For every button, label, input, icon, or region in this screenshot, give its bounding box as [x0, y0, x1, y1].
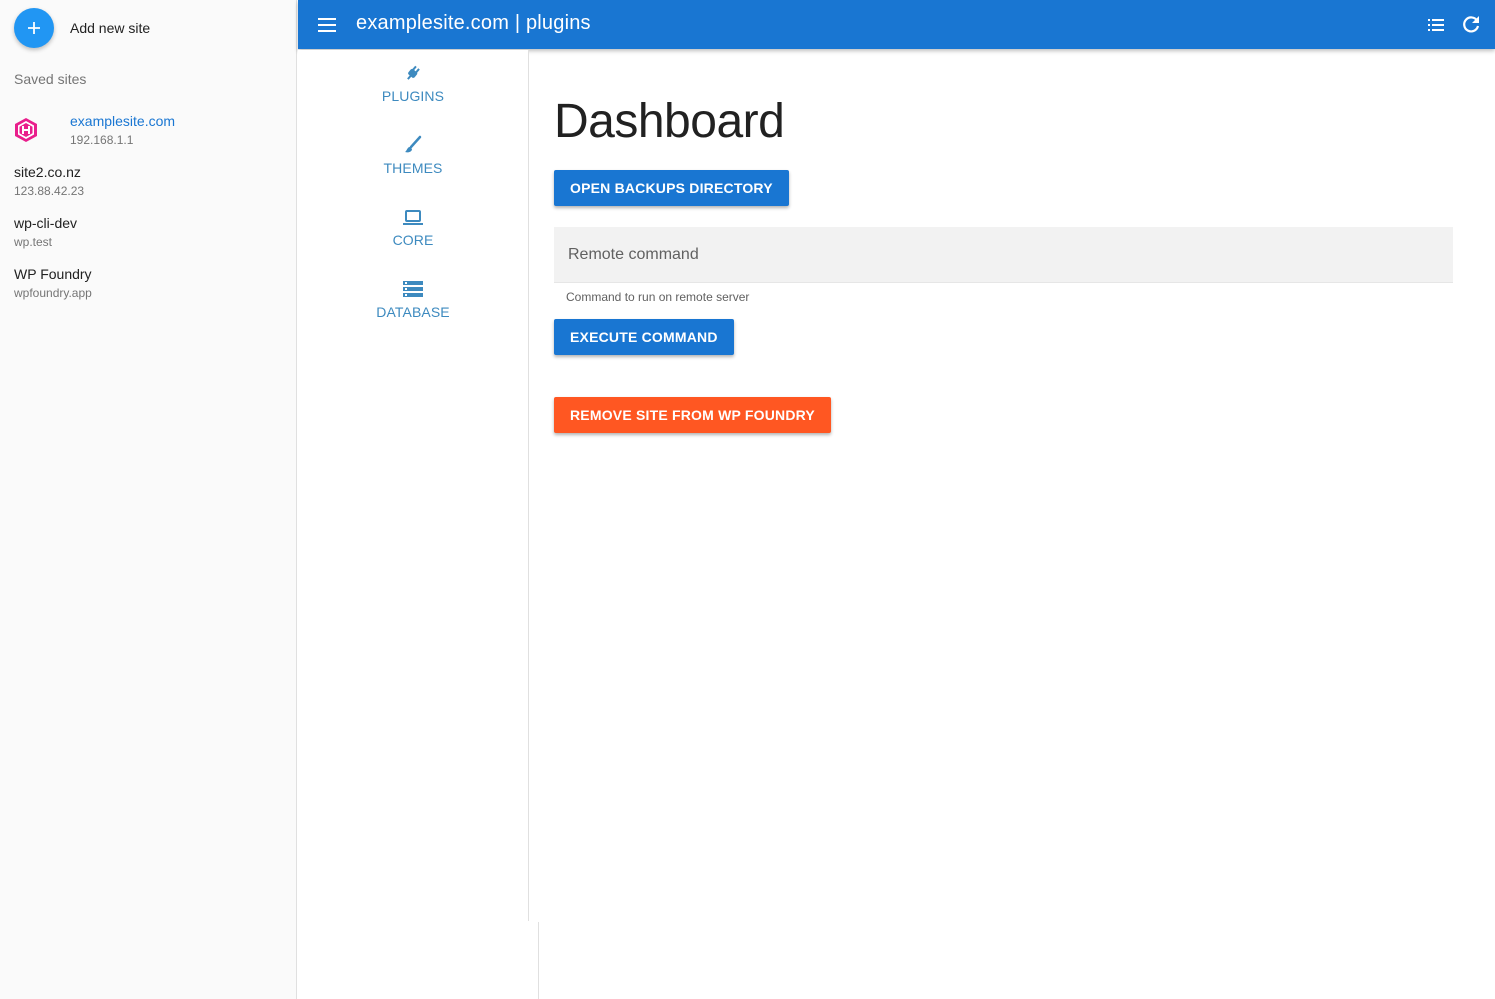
nav-label: PLUGINS	[381, 88, 445, 104]
storage-icon	[403, 281, 423, 297]
page-title: Dashboard	[554, 95, 785, 148]
site-name: site2.co.nz	[14, 164, 81, 180]
list-icon[interactable]	[1425, 14, 1447, 36]
site-item-wp-foundry[interactable]: WP Foundry wpfoundry.app	[14, 265, 92, 301]
top-app-bar: examplesite.com | plugins	[298, 0, 1495, 49]
site-name: examplesite.com	[70, 113, 176, 129]
nav-label: DATABASE	[376, 304, 450, 320]
nav-item-database[interactable]: DATABASE	[298, 266, 528, 326]
site-item-wp-cli-dev[interactable]: wp-cli-dev wp.test	[14, 214, 77, 250]
menu-icon[interactable]	[316, 14, 338, 36]
site-host: 123.88.42.23	[14, 184, 85, 198]
laptop-icon	[403, 210, 423, 225]
add-new-site-label: Add new site	[70, 20, 151, 36]
nav-item-plugins[interactable]: PLUGINS	[298, 50, 528, 110]
site-name: wp-cli-dev	[14, 215, 78, 231]
section-nav: PLUGINS THEMES CORE DATABASE	[298, 50, 529, 921]
nav-label: THEMES	[383, 160, 443, 176]
remote-command-hint: Command to run on remote server	[566, 290, 750, 304]
site-host: 192.168.1.1	[70, 133, 134, 147]
site-logo-icon	[15, 118, 37, 142]
nav-label: CORE	[392, 232, 434, 248]
site-name: WP Foundry	[14, 266, 92, 282]
brush-icon	[405, 135, 422, 153]
nav-item-core[interactable]: CORE	[298, 194, 528, 254]
page-title-bar: examplesite.com | plugins	[356, 12, 591, 34]
remote-command-field[interactable]	[554, 227, 1453, 283]
remote-command-input[interactable]	[566, 227, 1450, 283]
add-fab[interactable]	[14, 8, 54, 48]
saved-sites-header: Saved sites	[14, 71, 87, 87]
sites-drawer: Add new site Saved sites examplesite.com…	[0, 0, 297, 999]
site-item-site2[interactable]: site2.co.nz 123.88.42.23	[14, 163, 84, 199]
site-host: wp.test	[14, 235, 53, 249]
plug-icon	[407, 65, 420, 80]
remove-site-button[interactable]: REMOVE SITE FROM WP FOUNDRY	[554, 397, 831, 433]
refresh-icon[interactable]	[1460, 13, 1482, 35]
open-backups-button[interactable]: OPEN BACKUPS DIRECTORY	[554, 170, 789, 206]
site-host: wpfoundry.app	[14, 286, 92, 300]
execute-command-button[interactable]: EXECUTE COMMAND	[554, 319, 734, 355]
divider	[538, 922, 539, 999]
add-new-site-button[interactable]: Add new site	[14, 8, 150, 48]
plus-icon	[28, 22, 40, 34]
nav-item-themes[interactable]: THEMES	[298, 122, 528, 182]
site-item-examplesite[interactable]: examplesite.com 192.168.1.1	[70, 112, 175, 148]
